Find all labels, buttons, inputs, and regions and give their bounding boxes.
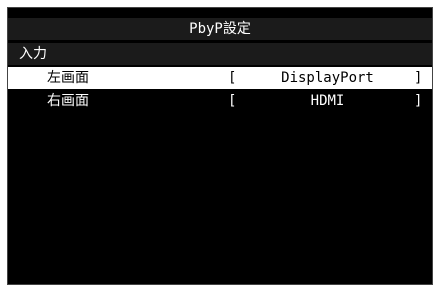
- menu-item-label: 左画面: [47, 70, 89, 86]
- menu-item-right-screen[interactable]: 右画面 [ HDMI ]: [8, 90, 432, 112]
- value-bracket-right: ]: [414, 93, 423, 109]
- section-header-input: 入力: [8, 43, 432, 65]
- value-bracket-left: [: [228, 93, 237, 109]
- menu-item-label: 右画面: [47, 93, 89, 109]
- value-bracket-left: [: [228, 70, 237, 86]
- menu-item-value: HDMI: [310, 93, 345, 109]
- menu-item-left-screen[interactable]: 左画面 [ DisplayPort ]: [8, 67, 432, 89]
- menu-title: PbyP設定: [8, 18, 432, 40]
- value-bracket-right: ]: [414, 70, 423, 86]
- osd-menu-window: PbyP設定 入力 左画面 [ DisplayPort ] 右画面 [ HDMI…: [7, 7, 433, 285]
- menu-item-value: DisplayPort: [281, 70, 374, 86]
